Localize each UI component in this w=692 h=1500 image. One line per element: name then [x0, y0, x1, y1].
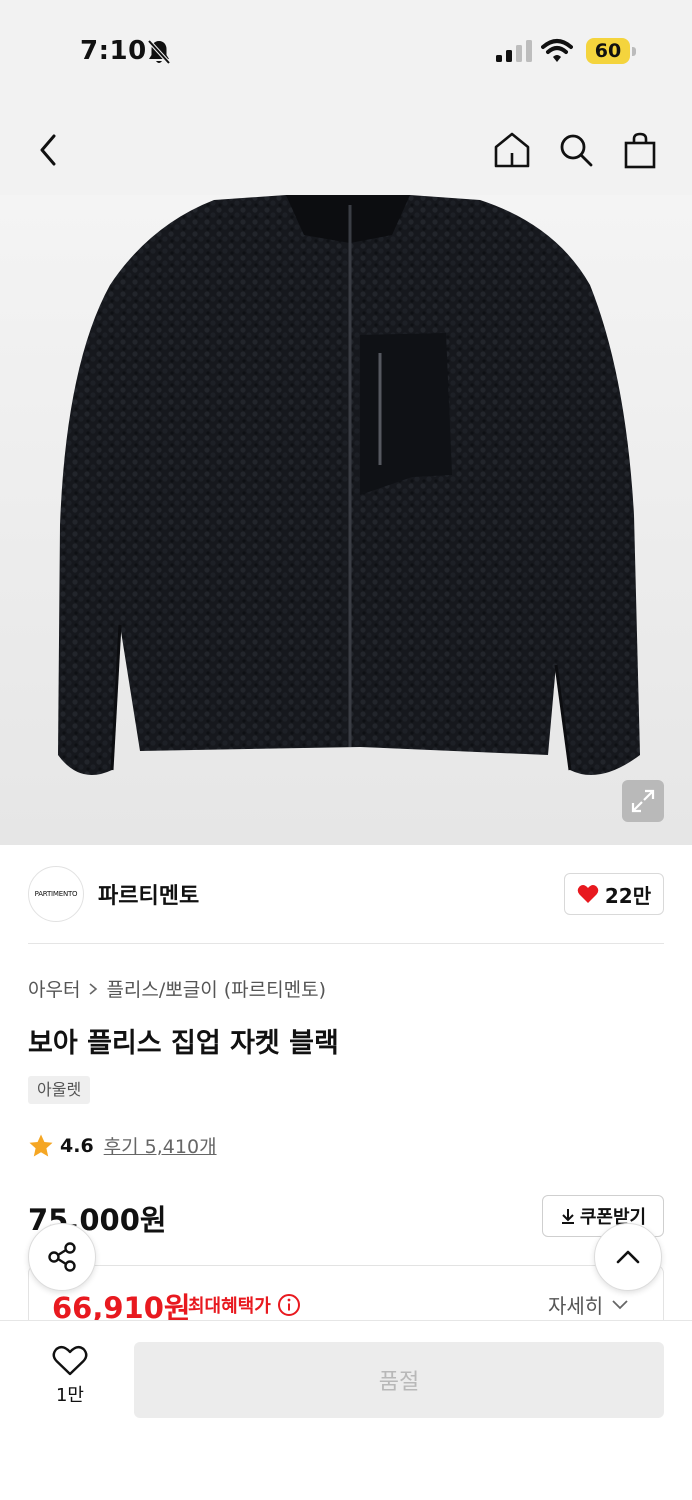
back-icon[interactable]	[28, 130, 68, 170]
star-icon	[29, 1134, 53, 1156]
benefit-label-text: 최대혜택가	[188, 1296, 271, 1317]
download-icon	[561, 1209, 574, 1224]
breadcrumb-primary[interactable]: 아우터	[28, 975, 80, 1002]
divider	[28, 943, 664, 944]
detail-toggle[interactable]: 자세히	[548, 1290, 629, 1319]
breadcrumb: 아우터 플리스/뽀글이 (파르티멘토)	[28, 975, 326, 1002]
jacket-illustration	[58, 195, 640, 775]
chevron-right-icon	[89, 982, 98, 995]
top-nav	[0, 100, 692, 195]
brand-logo-text: PARTIMENTO	[34, 890, 78, 898]
outlet-tag: 아울렛	[28, 1076, 91, 1104]
chevron-up-icon	[616, 1250, 640, 1264]
wish-count: 1만	[55, 1385, 84, 1406]
product-image[interactable]	[0, 195, 692, 845]
brand-like-count: 22만	[604, 883, 652, 908]
bag-icon[interactable]	[620, 130, 660, 170]
wifi-icon	[541, 39, 573, 62]
heart-outline-icon	[52, 1345, 88, 1376]
bell-slash-icon	[147, 39, 171, 65]
brand-name[interactable]: 파르티멘토	[98, 878, 199, 910]
info-icon[interactable]	[277, 1293, 301, 1317]
detail-label: 자세히	[548, 1294, 604, 1318]
share-button[interactable]	[28, 1223, 96, 1291]
wish-button[interactable]: 1만	[40, 1345, 100, 1415]
search-icon[interactable]	[556, 130, 596, 170]
sold-out-label: 품절	[378, 1370, 420, 1395]
breadcrumb-secondary[interactable]: 플리스/뽀글이 (파르티멘토)	[106, 975, 326, 1002]
product-title: 보아 플리스 집업 자켓 블랙	[28, 1028, 339, 1059]
signal-icon	[496, 40, 532, 62]
heart-filled-icon	[577, 885, 599, 903]
chevron-down-icon	[612, 1299, 628, 1309]
brand-like-button[interactable]: 22만	[564, 873, 664, 915]
battery-level: 60	[586, 38, 630, 64]
expand-icon[interactable]	[622, 780, 664, 822]
battery-icon: 60	[586, 38, 636, 64]
brand-logo[interactable]: PARTIMENTO	[28, 866, 84, 922]
review-link[interactable]: 후기 5,410개	[104, 1132, 217, 1159]
rating-row: 4.6 후기 5,410개	[28, 1132, 217, 1159]
status-bar: 7:10 60	[0, 0, 692, 100]
rating-score: 4.6	[60, 1134, 94, 1157]
share-icon	[48, 1242, 76, 1272]
home-icon[interactable]	[492, 130, 532, 170]
benefit-label: 최대혜택가	[188, 1292, 301, 1318]
scroll-top-button[interactable]	[594, 1223, 662, 1291]
status-time: 7:10	[80, 36, 147, 66]
sold-out-button[interactable]: 품절	[134, 1342, 664, 1418]
